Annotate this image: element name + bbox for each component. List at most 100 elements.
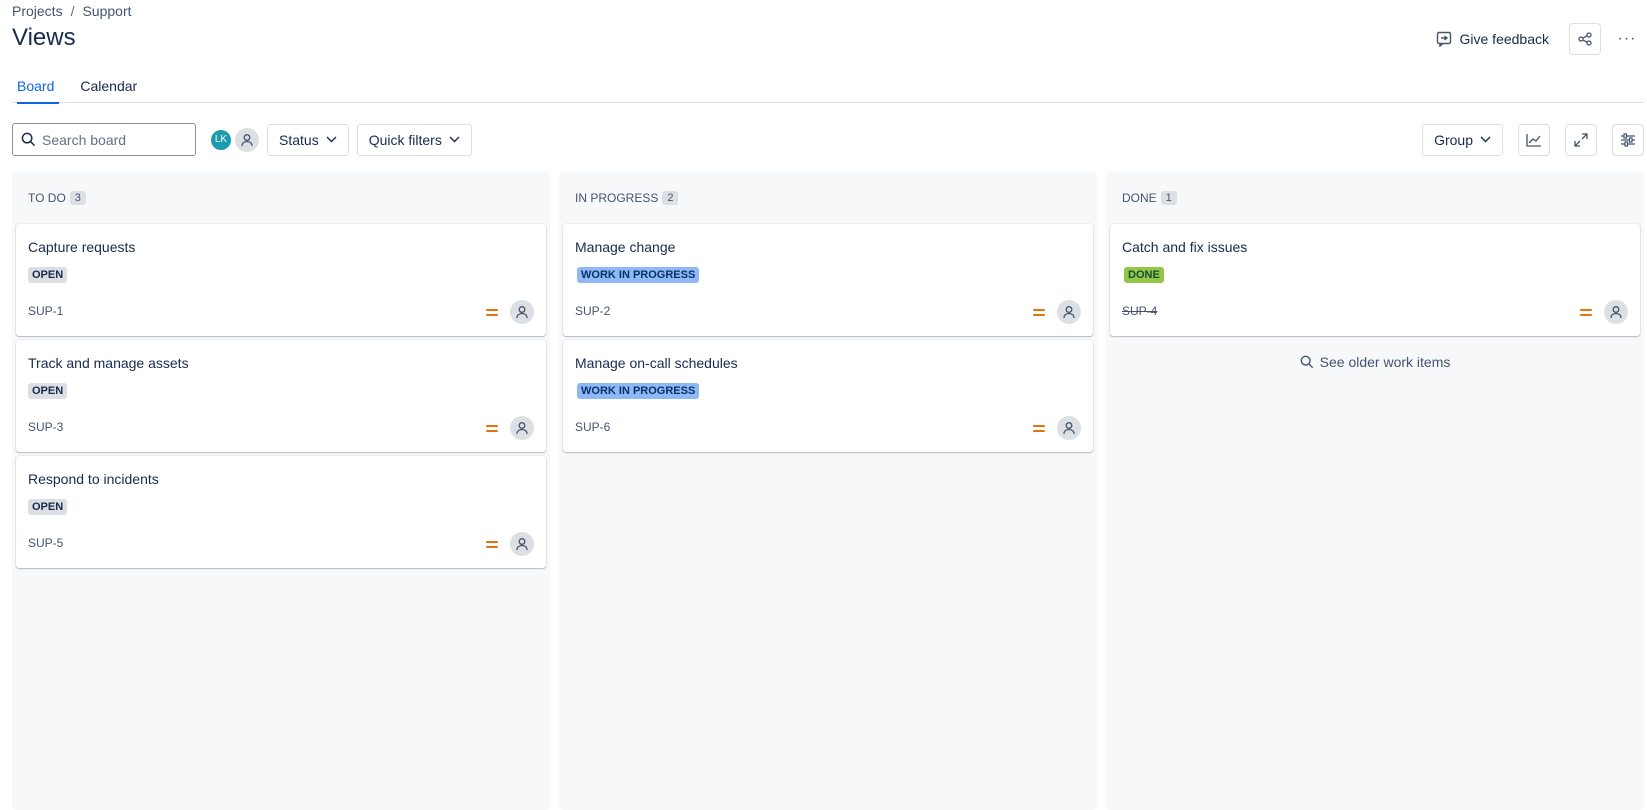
- search-input[interactable]: [42, 131, 182, 148]
- column-todo: TO DO 3 Capture requests OPEN SUP-1 Trac…: [12, 171, 550, 810]
- person-icon: [1063, 422, 1075, 435]
- card-title: Manage change: [575, 239, 676, 255]
- work-item-card[interactable]: Manage on-call schedules WORK IN PROGRES…: [563, 340, 1093, 452]
- chevron-down-icon: [326, 136, 337, 143]
- status-badge: DONE: [1124, 267, 1164, 283]
- column-count: 3: [69, 190, 86, 205]
- card-meta: [486, 300, 534, 324]
- column-header: TO DO 3: [16, 171, 546, 224]
- priority-medium-icon: [1580, 307, 1592, 317]
- card-meta: [486, 532, 534, 556]
- column-name: TO DO: [28, 190, 66, 205]
- chevron-down-icon: [449, 136, 460, 143]
- card-title: Capture requests: [28, 239, 136, 255]
- person-icon: [1063, 306, 1075, 319]
- chart-line-icon: [1526, 133, 1541, 147]
- priority-medium-icon: [486, 307, 498, 317]
- assignee-avatar[interactable]: [1057, 416, 1081, 440]
- search-icon: [21, 132, 36, 147]
- tab-board[interactable]: Board: [12, 72, 60, 104]
- status-badge: OPEN: [28, 383, 68, 399]
- give-feedback-button[interactable]: Give feedback: [1426, 23, 1560, 55]
- person-icon: [1610, 306, 1622, 319]
- column-done: DONE 1 Catch and fix issues DONE SUP-4 S…: [1106, 171, 1644, 810]
- card-key[interactable]: SUP-3: [28, 420, 63, 434]
- assignee-avatar[interactable]: [510, 416, 534, 440]
- card-title: Catch and fix issues: [1122, 239, 1248, 255]
- see-older-work-items-button[interactable]: See older work items: [1110, 350, 1640, 374]
- card-key[interactable]: SUP-4: [1122, 304, 1157, 318]
- card-key[interactable]: SUP-6: [575, 420, 610, 434]
- insights-button[interactable]: [1518, 123, 1550, 156]
- status-filter-label: Status: [279, 131, 319, 148]
- search-icon: [1300, 355, 1313, 369]
- person-icon: [516, 422, 528, 435]
- view-settings-button[interactable]: [1612, 123, 1644, 156]
- breadcrumb-separator: /: [70, 3, 75, 19]
- breadcrumb: Projects / Support: [12, 3, 132, 19]
- board: TO DO 3 Capture requests OPEN SUP-1 Trac…: [12, 171, 1644, 810]
- share-button[interactable]: [1569, 23, 1601, 55]
- assignee-avatar[interactable]: [1057, 300, 1081, 324]
- feedback-icon: [1436, 31, 1451, 47]
- card-key[interactable]: SUP-1: [28, 304, 63, 318]
- card-key[interactable]: SUP-5: [28, 536, 63, 550]
- card-title: Track and manage assets: [28, 355, 189, 371]
- group-label: Group: [1434, 131, 1473, 148]
- status-badge: OPEN: [28, 267, 68, 283]
- quick-filters-button[interactable]: Quick filters: [356, 123, 472, 156]
- column-in-progress: IN PROGRESS 2 Manage change WORK IN PROG…: [559, 171, 1097, 810]
- avatar-unassigned[interactable]: [235, 127, 259, 152]
- status-badge: OPEN: [28, 499, 68, 515]
- assignee-avatar[interactable]: [1604, 300, 1628, 324]
- page-title: Views: [12, 24, 76, 51]
- more-actions-button[interactable]: ···: [1611, 23, 1643, 55]
- board-view-tools: Group: [1422, 123, 1644, 156]
- fullscreen-button[interactable]: [1565, 123, 1597, 156]
- search-box[interactable]: [12, 123, 196, 156]
- column-name: DONE: [1122, 190, 1157, 205]
- status-badge: WORK IN PROGRESS: [577, 383, 700, 399]
- work-item-card[interactable]: Manage change WORK IN PROGRESS SUP-2: [563, 224, 1093, 336]
- breadcrumb-support[interactable]: Support: [82, 3, 131, 19]
- person-icon: [241, 133, 253, 146]
- chevron-down-icon: [1480, 136, 1491, 143]
- column-header: IN PROGRESS 2: [563, 171, 1093, 224]
- work-item-card[interactable]: Track and manage assets OPEN SUP-3: [16, 340, 546, 452]
- priority-medium-icon: [486, 539, 498, 549]
- breadcrumb-projects[interactable]: Projects: [12, 3, 63, 19]
- column-name: IN PROGRESS: [575, 190, 659, 205]
- priority-medium-icon: [486, 423, 498, 433]
- column-count: 2: [662, 190, 679, 205]
- group-button[interactable]: Group: [1422, 123, 1503, 156]
- more-icon: ···: [1617, 30, 1637, 47]
- assignee-avatar[interactable]: [510, 532, 534, 556]
- person-icon: [516, 306, 528, 319]
- board-toolbar: LK Status Quick filters Group: [12, 123, 1644, 156]
- see-older-label: See older work items: [1319, 354, 1451, 370]
- avatar-lk[interactable]: LK: [209, 127, 233, 152]
- card-title: Respond to incidents: [28, 471, 159, 487]
- priority-medium-icon: [1033, 423, 1045, 433]
- expand-icon: [1574, 132, 1588, 147]
- column-header: DONE 1: [1110, 171, 1640, 224]
- card-meta: [1033, 300, 1081, 324]
- status-filter-button[interactable]: Status: [267, 123, 349, 156]
- column-count: 1: [1160, 190, 1177, 205]
- quick-filters-label: Quick filters: [368, 131, 442, 148]
- card-meta: [1580, 300, 1628, 324]
- priority-medium-icon: [1033, 307, 1045, 317]
- card-key[interactable]: SUP-2: [575, 304, 610, 318]
- view-tabs: Board Calendar: [12, 72, 1644, 104]
- settings-sliders-icon: [1621, 132, 1635, 147]
- card-meta: [486, 416, 534, 440]
- tab-calendar[interactable]: Calendar: [75, 72, 142, 103]
- work-item-card[interactable]: Capture requests OPEN SUP-1: [16, 224, 546, 336]
- give-feedback-label: Give feedback: [1459, 31, 1550, 47]
- work-item-card[interactable]: Respond to incidents OPEN SUP-5: [16, 456, 546, 568]
- avatar-filter-group: LK: [209, 127, 259, 152]
- status-badge: WORK IN PROGRESS: [577, 267, 700, 283]
- work-item-card[interactable]: Catch and fix issues DONE SUP-4: [1110, 224, 1640, 336]
- assignee-avatar[interactable]: [510, 300, 534, 324]
- share-icon: [1578, 32, 1592, 46]
